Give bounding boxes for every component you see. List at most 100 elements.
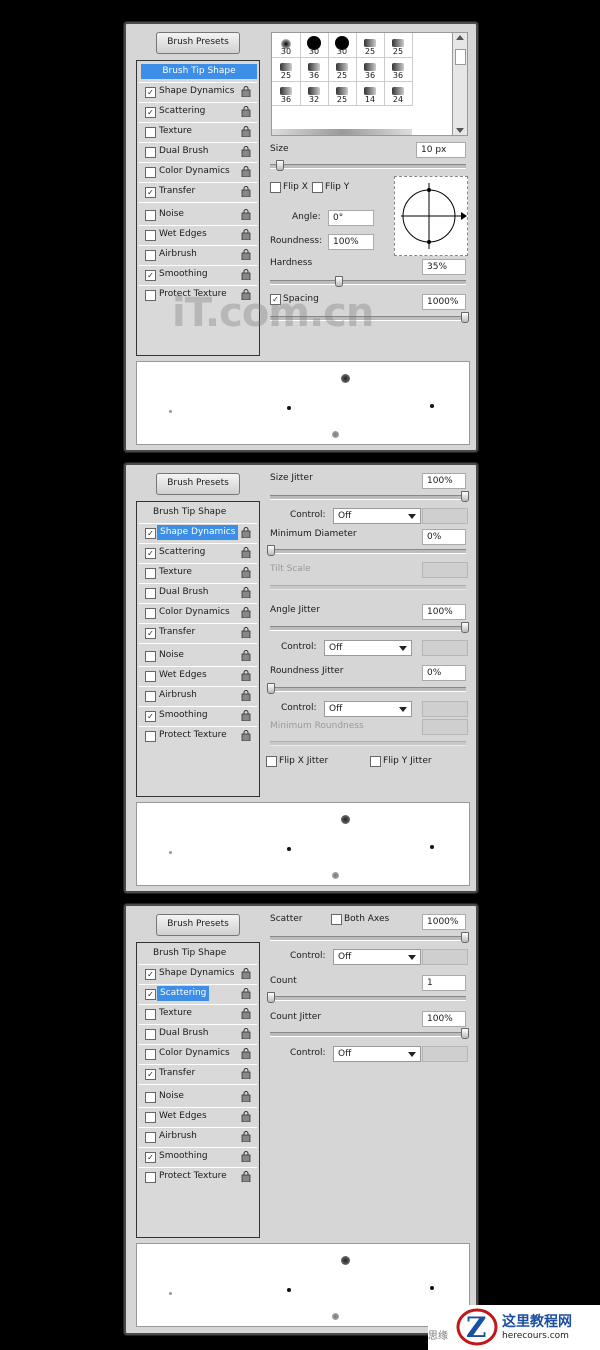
brush-tip-cell[interactable]: 25: [328, 81, 357, 106]
lock-icon[interactable]: [241, 1151, 251, 1163]
lock-icon[interactable]: [241, 587, 251, 599]
checkbox[interactable]: [145, 1029, 156, 1040]
lock-icon[interactable]: [241, 527, 251, 539]
checkbox[interactable]: [145, 127, 156, 138]
list-item-dual-brush[interactable]: Dual Brush: [139, 143, 257, 161]
angle-roundness-widget[interactable]: [394, 176, 468, 256]
brush-tip-cell[interactable]: 32: [300, 81, 329, 106]
min-diameter-slider[interactable]: [270, 549, 466, 554]
checkbox[interactable]: ✓: [145, 1069, 156, 1080]
list-item-noise[interactable]: Noise: [139, 206, 257, 224]
checkbox[interactable]: [145, 1112, 156, 1123]
checkbox[interactable]: ✓: [145, 270, 156, 281]
list-item-color-dynamics[interactable]: Color Dynamics: [139, 1045, 257, 1063]
angle-control-dropdown[interactable]: Off: [324, 640, 412, 656]
list-item-transfer[interactable]: ✓ Transfer: [139, 1065, 257, 1083]
count-jitter-slider-handle[interactable]: [461, 1028, 469, 1039]
checkbox[interactable]: [145, 1049, 156, 1060]
roundness-jitter-slider[interactable]: [270, 687, 466, 692]
lock-icon[interactable]: [241, 1048, 251, 1060]
lock-icon[interactable]: [241, 710, 251, 722]
checkbox[interactable]: [145, 588, 156, 599]
checkbox[interactable]: [145, 230, 156, 241]
brush-tip-cell[interactable]: 14: [356, 81, 385, 106]
count-slider[interactable]: [270, 996, 466, 1001]
list-item-transfer[interactable]: ✓ Transfer: [139, 624, 257, 642]
checkbox[interactable]: ✓: [145, 711, 156, 722]
lock-icon[interactable]: [241, 269, 251, 281]
checkbox[interactable]: [145, 651, 156, 662]
checkbox[interactable]: [145, 1132, 156, 1143]
scatter-slider[interactable]: [270, 936, 466, 941]
list-item-smoothing[interactable]: ✓ Smoothing: [139, 266, 257, 284]
checkbox[interactable]: [145, 1092, 156, 1103]
checkbox[interactable]: [145, 290, 156, 301]
size-slider-handle[interactable]: [276, 160, 284, 171]
list-item-noise[interactable]: Noise: [139, 1088, 257, 1106]
flip-x-jitter-checkbox[interactable]: [266, 756, 277, 767]
list-item-transfer[interactable]: ✓ Transfer: [139, 183, 257, 201]
checkbox[interactable]: [145, 671, 156, 682]
lock-icon[interactable]: [241, 1131, 251, 1143]
brush-tip-cell[interactable]: 36: [300, 57, 329, 82]
min-diameter-slider-handle[interactable]: [267, 545, 275, 556]
brush-tip-cell[interactable]: 30: [328, 33, 357, 58]
brush-tip-cell[interactable]: 25: [328, 57, 357, 82]
brush-tip-cell[interactable]: 36: [272, 81, 301, 106]
checkbox[interactable]: [145, 608, 156, 619]
brush-tip-cell[interactable]: 25: [272, 57, 301, 82]
checkbox[interactable]: ✓: [145, 548, 156, 559]
lock-icon[interactable]: [241, 1091, 251, 1103]
lock-icon[interactable]: [241, 968, 251, 980]
checkbox[interactable]: ✓: [145, 989, 156, 1000]
hardness-value[interactable]: 35%: [422, 259, 466, 275]
checkbox[interactable]: [145, 250, 156, 261]
checkbox[interactable]: [145, 731, 156, 742]
flip-y-checkbox[interactable]: [312, 182, 323, 193]
list-item-airbrush[interactable]: Airbrush: [139, 1128, 257, 1146]
size-jitter-value[interactable]: 100%: [422, 473, 466, 489]
lock-icon[interactable]: [241, 249, 251, 261]
list-item-color-dynamics[interactable]: Color Dynamics: [139, 604, 257, 622]
min-diameter-value[interactable]: 0%: [422, 529, 466, 545]
list-item-brush-tip-shape[interactable]: Brush Tip Shape: [139, 945, 257, 963]
lock-icon[interactable]: [241, 229, 251, 241]
brush-tip-cell[interactable]: 25: [384, 33, 413, 58]
list-item-protect-texture[interactable]: Protect Texture: [139, 727, 257, 745]
brush-tip-cell[interactable]: 36: [384, 57, 413, 82]
lock-icon[interactable]: [241, 146, 251, 158]
list-item-scattering[interactable]: ✓ Scattering: [139, 985, 257, 1003]
list-item-shape-dynamics[interactable]: ✓ Shape Dynamics: [139, 524, 257, 542]
count-jitter-value[interactable]: 100%: [422, 1011, 466, 1027]
list-item-smoothing[interactable]: ✓ Smoothing: [139, 707, 257, 725]
list-item-brush-tip-shape[interactable]: Brush Tip Shape: [139, 63, 257, 81]
lock-icon[interactable]: [241, 1111, 251, 1123]
list-item-brush-tip-shape[interactable]: Brush Tip Shape: [139, 504, 257, 522]
lock-icon[interactable]: [241, 650, 251, 662]
brush-tip-grid[interactable]: 30 30 30 25 25 25 36 25 36 36 36 32 25 14 24: [271, 32, 453, 136]
checkbox[interactable]: [145, 147, 156, 158]
angle-jitter-value[interactable]: 100%: [422, 604, 466, 620]
lock-icon[interactable]: [241, 186, 251, 198]
spacing-value[interactable]: 1000%: [422, 294, 466, 310]
roundness-jitter-slider-handle[interactable]: [267, 683, 275, 694]
lock-icon[interactable]: [241, 670, 251, 682]
checkbox[interactable]: ✓: [145, 87, 156, 98]
lock-icon[interactable]: [241, 730, 251, 742]
scatter-slider-handle[interactable]: [461, 932, 469, 943]
brush-tip-cell[interactable]: 30: [272, 33, 301, 58]
lock-icon[interactable]: [241, 627, 251, 639]
checkbox[interactable]: [145, 1009, 156, 1020]
brush-presets-button[interactable]: Brush Presets: [156, 473, 240, 495]
hardness-slider-handle[interactable]: [335, 276, 343, 287]
brush-tip-cell[interactable]: 36: [356, 57, 385, 82]
angle-value[interactable]: 0°: [328, 210, 374, 226]
list-item-scattering[interactable]: ✓ Scattering: [139, 103, 257, 121]
list-item-shape-dynamics[interactable]: ✓ Shape Dynamics: [139, 965, 257, 983]
size-value[interactable]: 10 px: [416, 142, 466, 158]
list-item-color-dynamics[interactable]: Color Dynamics: [139, 163, 257, 181]
list-item-smoothing[interactable]: ✓ Smoothing: [139, 1148, 257, 1166]
lock-icon[interactable]: [241, 547, 251, 559]
count-slider-handle[interactable]: [267, 992, 275, 1003]
both-axes-checkbox[interactable]: [331, 914, 342, 925]
